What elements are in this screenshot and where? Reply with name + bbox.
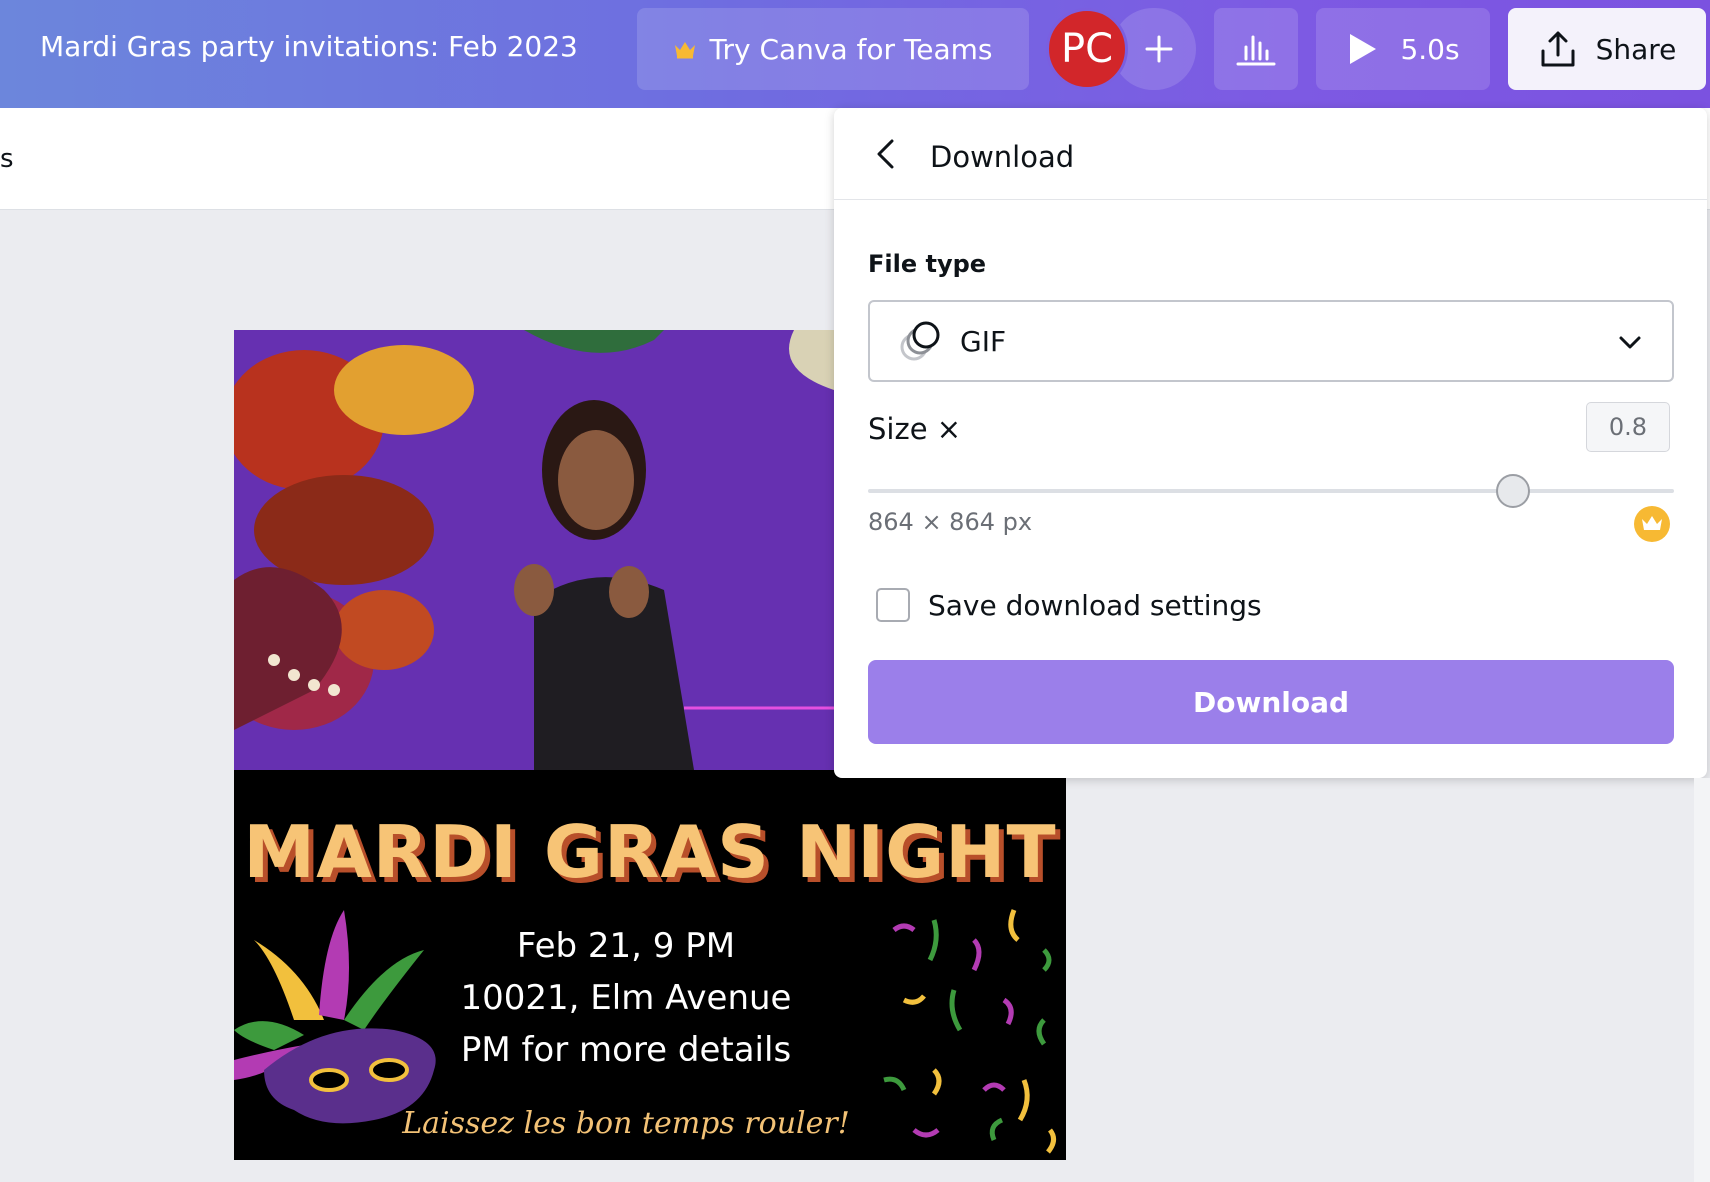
size-slider-thumb[interactable] [1495, 474, 1530, 508]
back-button[interactable] [868, 136, 904, 172]
download-panel: Download File type GIF Size × 0.8 864 × … [834, 108, 1707, 778]
design-headline: MARDI GRAS NIGHT [243, 810, 1057, 894]
try-canva-teams-button[interactable]: Try Canva for Teams [637, 8, 1029, 90]
crown-icon [1642, 516, 1662, 530]
try-canva-teams-label: Try Canva for Teams [709, 32, 993, 66]
avatar[interactable]: PC [1046, 8, 1128, 90]
plus-icon [1145, 35, 1173, 63]
size-value-input[interactable]: 0.8 [1586, 402, 1670, 452]
share-button[interactable]: Share [1508, 8, 1706, 90]
gif-icon [900, 321, 940, 361]
output-dimensions: 864 × 864 px [868, 508, 1033, 536]
download-panel-title: Download [930, 140, 1075, 174]
download-button[interactable]: Download [868, 660, 1674, 744]
chevron-left-icon [877, 139, 894, 169]
mardi-gras-mask-graphic [234, 910, 436, 1124]
scrollbar-track[interactable] [1694, 778, 1710, 1182]
top-bar: Mardi Gras party invitations: Feb 2023 T… [0, 0, 1710, 108]
toolbar-truncated-label[interactable]: s [0, 144, 14, 174]
save-download-settings-row[interactable]: Save download settings [876, 588, 1262, 622]
file-type-label: File type [868, 250, 987, 278]
save-download-settings-checkbox[interactable] [876, 588, 910, 622]
crown-icon [675, 42, 696, 59]
save-download-settings-label[interactable]: Save download settings [928, 589, 1262, 622]
confetti-graphic [883, 909, 1056, 1154]
bar-chart-icon [1236, 35, 1276, 66]
upload-icon [1541, 31, 1575, 67]
file-type-value: GIF [960, 324, 1007, 358]
play-duration: 5.0s [1400, 32, 1460, 66]
pro-badge [1634, 506, 1670, 542]
size-label: Size × [868, 412, 962, 446]
present-play-button[interactable]: 5.0s [1316, 8, 1490, 90]
document-title[interactable]: Mardi Gras party invitations: Feb 2023 [40, 30, 578, 63]
share-label: Share [1595, 32, 1677, 66]
file-type-select[interactable]: GIF [868, 300, 1674, 382]
chevron-down-icon [1619, 336, 1641, 349]
play-icon [1350, 34, 1377, 64]
size-slider-track[interactable] [868, 489, 1674, 493]
insights-button[interactable] [1214, 8, 1298, 90]
download-panel-header: Download [834, 108, 1707, 200]
